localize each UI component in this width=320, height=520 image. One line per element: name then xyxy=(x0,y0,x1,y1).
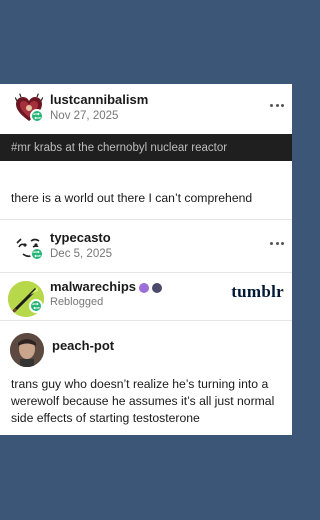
more-options-icon[interactable] xyxy=(270,100,284,110)
badge-icon xyxy=(139,282,149,293)
post-header: lustcannibalism Nov 27, 2025 xyxy=(0,84,292,134)
username[interactable]: lustcannibalism xyxy=(50,92,148,107)
post-text: trans guy who doesn’t realize he’s turni… xyxy=(11,377,275,425)
username[interactable]: peach-pot xyxy=(52,338,114,353)
reblogged-label: Reblogged xyxy=(50,296,104,308)
divider xyxy=(0,320,292,321)
avatar[interactable] xyxy=(11,91,47,127)
post-header: peach-pot xyxy=(0,328,292,372)
post-date: Dec 5, 2025 xyxy=(50,248,113,260)
divider xyxy=(0,272,292,273)
reblog-icon xyxy=(33,250,41,258)
post-text: there is a world out there I can’t compr… xyxy=(11,191,253,205)
post-date: Nov 27, 2025 xyxy=(50,110,119,122)
more-options-icon[interactable] xyxy=(270,238,284,248)
username-text[interactable]: malwarechips xyxy=(50,279,136,294)
tag-bar: #mr krabs at the chernobyl nuclear react… xyxy=(0,134,292,161)
reblog-icon xyxy=(33,112,41,120)
tumblr-logo: tumblr xyxy=(231,282,284,301)
badge-icon xyxy=(152,282,162,293)
reblog-icon xyxy=(32,302,40,310)
username[interactable]: typecasto xyxy=(50,230,111,245)
post-card: lustcannibalism Nov 27, 2025 #mr krabs a… xyxy=(0,84,292,435)
post-header: typecasto Dec 5, 2025 xyxy=(0,223,292,273)
avatar[interactable] xyxy=(10,333,44,367)
reblog-badge xyxy=(30,247,44,261)
avatar[interactable] xyxy=(11,229,47,265)
post-header: malwarechips Reblogged tumblr xyxy=(0,276,292,320)
divider xyxy=(0,219,292,220)
reblog-badge xyxy=(30,109,44,123)
username[interactable]: malwarechips xyxy=(50,279,162,294)
reblog-badge xyxy=(29,299,43,313)
post-tag[interactable]: #mr krabs at the chernobyl nuclear react… xyxy=(11,142,227,154)
